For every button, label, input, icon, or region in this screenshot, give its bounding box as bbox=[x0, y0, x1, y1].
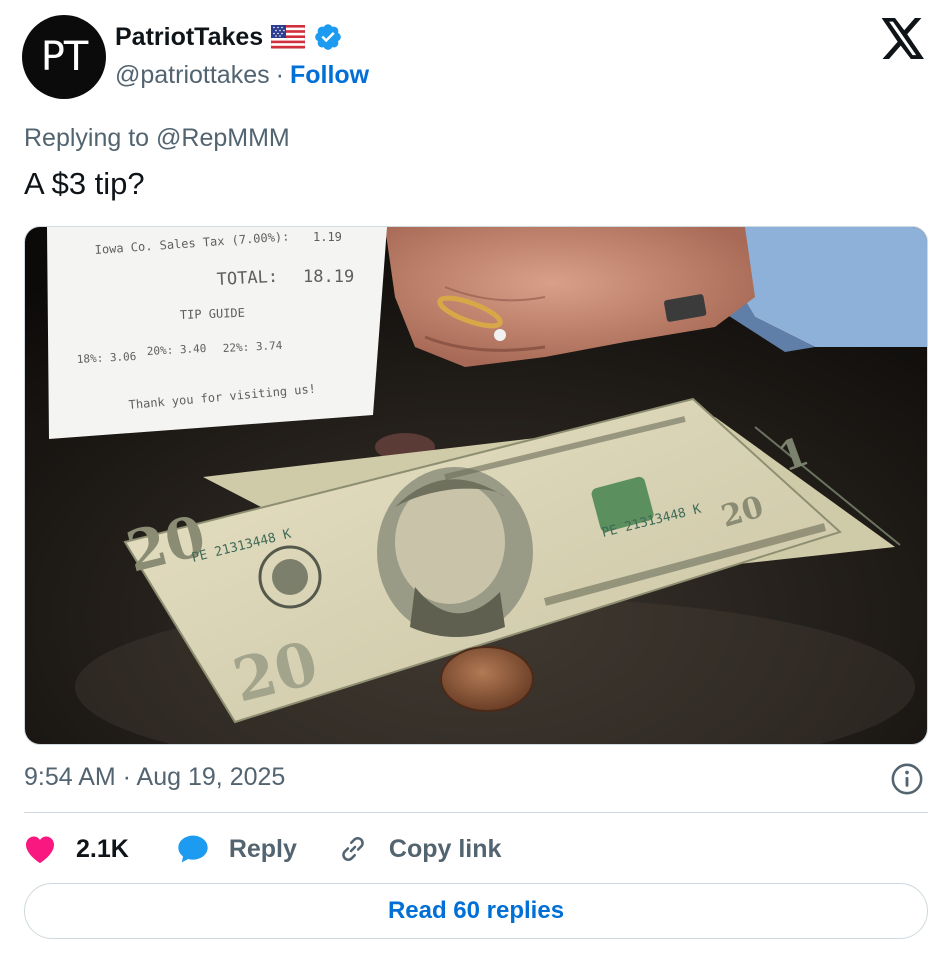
read-replies-button[interactable]: Read 60 replies bbox=[24, 883, 928, 939]
copy-link-label: Copy link bbox=[388, 834, 502, 863]
author-name[interactable]: PatriotTakes bbox=[115, 23, 263, 52]
receipt-total-label: TOTAL: bbox=[216, 267, 278, 290]
read-replies-label: Read 60 replies bbox=[387, 897, 565, 924]
author-handle[interactable]: @patriottakes bbox=[115, 61, 270, 90]
receipt-tax-value: 1.19 bbox=[313, 230, 342, 244]
us-flag-icon bbox=[271, 25, 306, 49]
tweet-text: A $3 tip? bbox=[24, 166, 145, 201]
like-button[interactable]: 2.1K bbox=[24, 834, 129, 864]
receipt-total-value: 18.19 bbox=[303, 267, 354, 287]
info-icon[interactable] bbox=[890, 762, 924, 796]
separator: · bbox=[275, 61, 284, 89]
author-name-row: PatriotTakes bbox=[115, 22, 343, 52]
reply-label: Reply bbox=[228, 834, 297, 863]
receipt-tip-guide: TIP GUIDE bbox=[180, 306, 245, 322]
like-count: 2.1K bbox=[76, 834, 129, 863]
avatar-initials: PT bbox=[40, 34, 89, 80]
heart-icon bbox=[26, 836, 54, 864]
x-logo-icon[interactable] bbox=[880, 18, 926, 60]
avatar[interactable]: PT bbox=[22, 15, 106, 99]
verified-badge-icon bbox=[315, 24, 342, 50]
replying-to[interactable]: Replying to @RepMMM bbox=[24, 124, 290, 153]
tweet-timestamp[interactable]: 9:54 AM · Aug 19, 2025 bbox=[24, 763, 285, 792]
follow-button[interactable]: Follow bbox=[290, 61, 369, 90]
tweet-photo[interactable]: Iowa Co. Sales Tax (7.00%): 1.19 TOTAL: … bbox=[24, 226, 928, 745]
copy-link-button[interactable]: Copy link bbox=[337, 833, 502, 865]
action-bar: 2.1K Reply Copy link bbox=[24, 828, 501, 870]
divider bbox=[24, 812, 928, 813]
reply-button[interactable]: Reply bbox=[177, 834, 297, 864]
author-handle-row: @patriottakes · Follow bbox=[115, 61, 369, 90]
speech-bubble-icon bbox=[178, 835, 208, 863]
link-icon bbox=[342, 837, 364, 861]
